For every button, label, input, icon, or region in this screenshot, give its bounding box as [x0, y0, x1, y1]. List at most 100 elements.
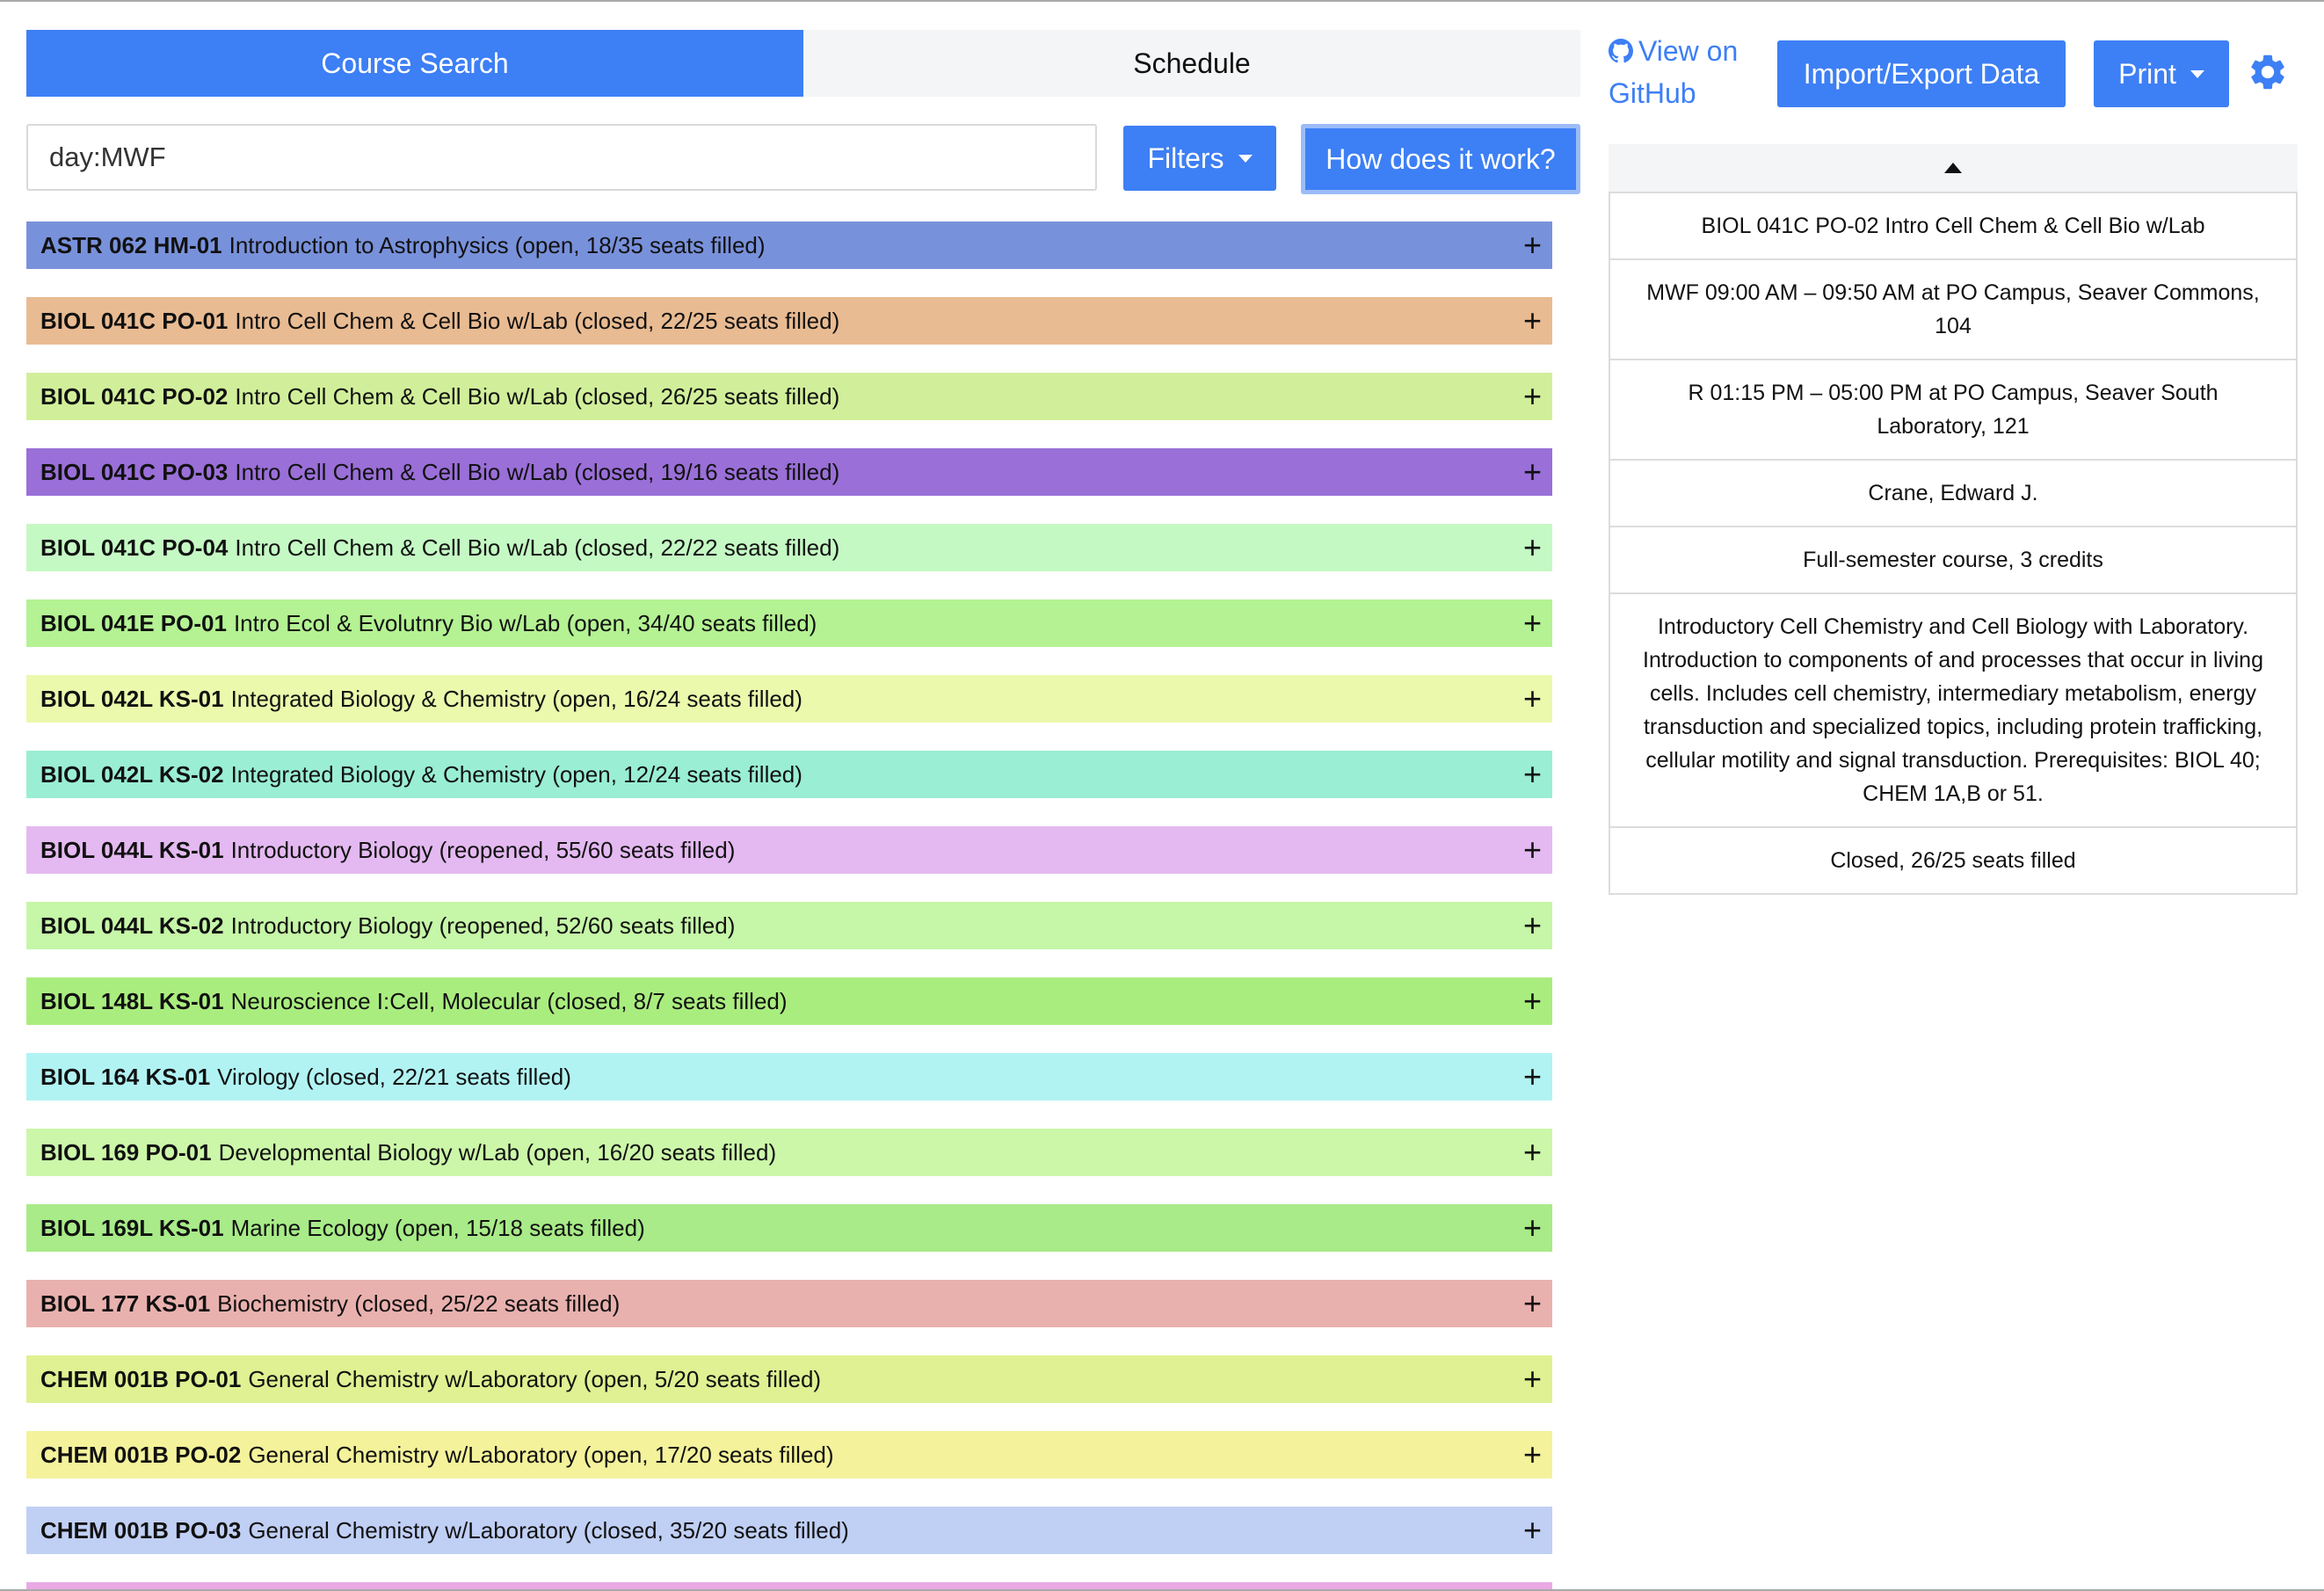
- course-description: Intro Cell Chem & Cell Bio w/Lab (closed…: [235, 534, 840, 561]
- course-row[interactable]: [26, 1582, 1552, 1589]
- plus-icon[interactable]: +: [1523, 1515, 1542, 1546]
- course-row[interactable]: CHEM 001B PO-01 General Chemistry w/Labor…: [26, 1355, 1552, 1403]
- course-description: Neuroscience I:Cell, Molecular (closed, …: [230, 987, 788, 1014]
- plus-icon[interactable]: +: [1523, 1439, 1542, 1471]
- plus-icon[interactable]: +: [1523, 759, 1542, 790]
- caret-up-icon: [1944, 163, 1962, 173]
- course-description: General Chemistry w/Laboratory (closed, …: [248, 1516, 849, 1544]
- course-code: BIOL 041C PO-02: [40, 382, 229, 410]
- course-row[interactable]: BIOL 177 KS-01 Biochemistry (closed, 25/2…: [26, 1280, 1552, 1327]
- course-code: BIOL 041C PO-04: [40, 534, 229, 561]
- caret-down-icon: [1238, 154, 1253, 163]
- filters-label: Filters: [1147, 142, 1224, 174]
- course-code: CHEM 001B PO-01: [40, 1365, 242, 1392]
- search-row: Filters How does it work?: [26, 124, 1580, 194]
- plus-icon[interactable]: +: [1523, 456, 1542, 488]
- course-row[interactable]: BIOL 041C PO-02 Intro Cell Chem & Cell Bi…: [26, 373, 1552, 420]
- github-icon: [1609, 39, 1633, 63]
- github-link[interactable]: View on GitHub: [1609, 30, 1758, 114]
- plus-icon[interactable]: +: [1523, 985, 1542, 1017]
- course-description: General Chemistry w/Laboratory (open, 5/…: [248, 1365, 822, 1392]
- course-row[interactable]: BIOL 169 PO-01 Developmental Biology w/La…: [26, 1129, 1552, 1176]
- tab-bar: Course Search Schedule: [26, 30, 1580, 97]
- course-row[interactable]: CHEM 001B PO-03 General Chemistry w/Labor…: [26, 1507, 1552, 1554]
- course-row[interactable]: BIOL 164 KS-01 Virology (closed, 22/21 se…: [26, 1053, 1552, 1101]
- course-description: Virology (closed, 22/21 seats filled): [217, 1063, 571, 1090]
- collapse-detail-button[interactable]: [1609, 144, 2298, 192]
- course-description: Integrated Biology & Chemistry (open, 12…: [230, 760, 803, 788]
- course-code: CHEM 001B PO-03: [40, 1516, 242, 1544]
- course-description: Intro Cell Chem & Cell Bio w/Lab (closed…: [235, 458, 840, 485]
- course-code: BIOL 169 PO-01: [40, 1138, 212, 1166]
- course-description: Introductory Biology (reopened, 55/60 se…: [230, 836, 736, 863]
- course-row[interactable]: BIOL 148L KS-01 Neuroscience I:Cell, Mole…: [26, 977, 1552, 1025]
- plus-icon[interactable]: +: [1523, 229, 1542, 261]
- detail-description: Introductory Cell Chemistry and Cell Bio…: [1610, 592, 2296, 826]
- course-row[interactable]: BIOL 044L KS-01 Introductory Biology (reo…: [26, 826, 1552, 874]
- course-code: BIOL 042L KS-02: [40, 760, 224, 788]
- print-button[interactable]: Print: [2094, 40, 2229, 107]
- course-description: Biochemistry (closed, 25/22 seats filled…: [217, 1290, 621, 1317]
- plus-icon[interactable]: +: [1523, 1212, 1542, 1244]
- plus-icon[interactable]: +: [1523, 532, 1542, 563]
- filters-button[interactable]: Filters: [1123, 126, 1276, 191]
- course-row[interactable]: ASTR 062 HM-01 Introduction to Astrophysi…: [26, 222, 1552, 269]
- course-row[interactable]: BIOL 041C PO-04 Intro Cell Chem & Cell Bi…: [26, 524, 1552, 571]
- course-description: Integrated Biology & Chemistry (open, 16…: [230, 685, 803, 712]
- gear-icon[interactable]: [2247, 51, 2289, 93]
- plus-icon[interactable]: +: [1523, 305, 1542, 337]
- course-row[interactable]: BIOL 041C PO-03 Intro Cell Chem & Cell Bi…: [26, 448, 1552, 496]
- course-row[interactable]: BIOL 041C PO-01 Intro Cell Chem & Cell Bi…: [26, 297, 1552, 345]
- course-description: Introduction to Astrophysics (open, 18/3…: [229, 231, 766, 258]
- import-export-button[interactable]: Import/Export Data: [1777, 40, 2066, 107]
- course-description: Developmental Biology w/Lab (open, 16/20…: [218, 1138, 777, 1166]
- plus-icon[interactable]: +: [1523, 1137, 1542, 1168]
- plus-icon[interactable]: +: [1523, 1061, 1542, 1093]
- tab-schedule[interactable]: Schedule: [803, 30, 1580, 97]
- course-code: BIOL 042L KS-01: [40, 685, 224, 712]
- detail-course-title: BIOL 041C PO-02 Intro Cell Chem & Cell B…: [1610, 192, 2296, 258]
- course-row[interactable]: BIOL 042L KS-02 Integrated Biology & Chem…: [26, 751, 1552, 798]
- plus-icon[interactable]: +: [1523, 910, 1542, 941]
- tab-course-search[interactable]: Course Search: [26, 30, 803, 97]
- course-description: Marine Ecology (open, 15/18 seats filled…: [230, 1214, 645, 1241]
- app-window: Course Search Schedule Filters How does …: [0, 0, 2324, 1591]
- plus-icon[interactable]: +: [1523, 381, 1542, 412]
- course-description: General Chemistry w/Laboratory (open, 17…: [248, 1441, 834, 1468]
- course-description: Intro Ecol & Evolutnry Bio w/Lab (open, …: [233, 609, 817, 636]
- plus-icon[interactable]: +: [1523, 1288, 1542, 1319]
- course-list: ASTR 062 HM-01 Introduction to Astrophysi…: [26, 222, 1552, 1589]
- search-input[interactable]: [26, 124, 1097, 191]
- plus-icon[interactable]: +: [1523, 607, 1542, 639]
- course-row[interactable]: BIOL 041E PO-01 Intro Ecol & Evolutnry Bi…: [26, 599, 1552, 647]
- course-row[interactable]: BIOL 044L KS-02 Introductory Biology (reo…: [26, 902, 1552, 949]
- course-code: BIOL 177 KS-01: [40, 1290, 211, 1317]
- course-code: BIOL 041C PO-01: [40, 307, 229, 334]
- course-code: BIOL 169L KS-01: [40, 1214, 224, 1241]
- detail-meeting-1: MWF 09:00 AM – 09:50 AM at PO Campus, Se…: [1610, 258, 2296, 359]
- course-code: BIOL 148L KS-01: [40, 987, 224, 1014]
- course-code: BIOL 044L KS-02: [40, 912, 224, 939]
- course-detail-panel: BIOL 041C PO-02 Intro Cell Chem & Cell B…: [1609, 144, 2298, 895]
- course-code: CHEM 001B PO-02: [40, 1441, 242, 1468]
- course-row[interactable]: BIOL 169L KS-01 Marine Ecology (open, 15/…: [26, 1204, 1552, 1252]
- course-description: Intro Cell Chem & Cell Bio w/Lab (closed…: [235, 382, 840, 410]
- course-code: BIOL 044L KS-01: [40, 836, 224, 863]
- plus-icon[interactable]: +: [1523, 1363, 1542, 1395]
- course-row[interactable]: BIOL 042L KS-01 Integrated Biology & Chem…: [26, 675, 1552, 723]
- plus-icon[interactable]: +: [1523, 834, 1542, 866]
- print-label: Print: [2118, 57, 2176, 90]
- caret-down-icon: [2190, 69, 2204, 78]
- detail-credits: Full-semester course, 3 credits: [1610, 526, 2296, 592]
- course-description: Introductory Biology (reopened, 52/60 se…: [230, 912, 736, 939]
- detail-instructor: Crane, Edward J.: [1610, 459, 2296, 526]
- course-detail-box: BIOL 041C PO-02 Intro Cell Chem & Cell B…: [1609, 192, 2298, 895]
- course-description: Intro Cell Chem & Cell Bio w/Lab (closed…: [235, 307, 840, 334]
- course-row[interactable]: CHEM 001B PO-02 General Chemistry w/Labor…: [26, 1431, 1552, 1478]
- detail-meeting-2: R 01:15 PM – 05:00 PM at PO Campus, Seav…: [1610, 359, 2296, 459]
- course-search-column: Course Search Schedule Filters How does …: [26, 30, 1580, 1589]
- course-code: BIOL 041E PO-01: [40, 609, 227, 636]
- course-code: ASTR 062 HM-01: [40, 231, 222, 258]
- plus-icon[interactable]: +: [1523, 683, 1542, 715]
- how-does-it-work-button[interactable]: How does it work?: [1301, 124, 1580, 194]
